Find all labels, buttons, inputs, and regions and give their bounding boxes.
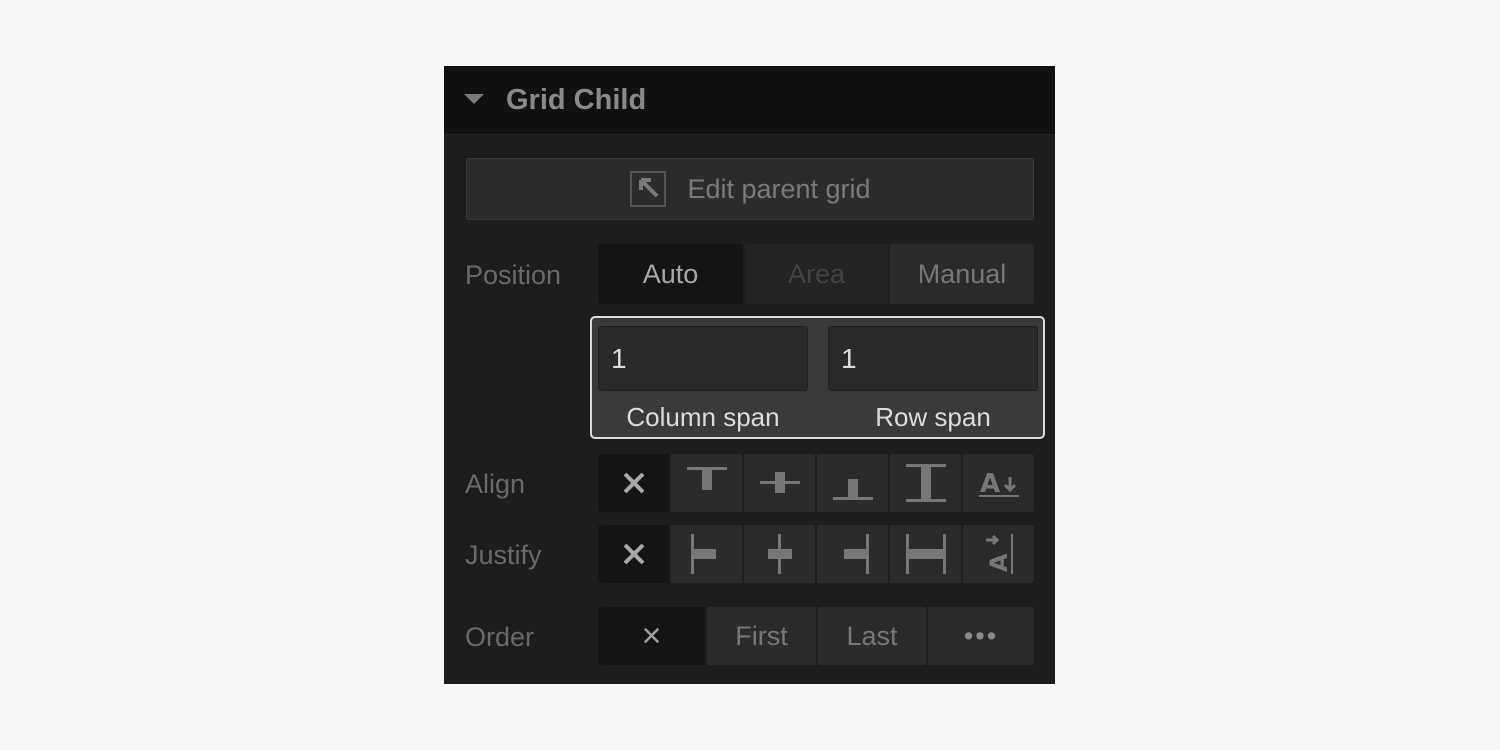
panel-title: Grid Child xyxy=(506,84,647,116)
row-span-label: Row span xyxy=(875,402,991,432)
justify-start-icon xyxy=(690,534,716,574)
span-fields-group: 1 1 Column span Row span xyxy=(590,316,1045,439)
more-icon: ••• xyxy=(963,620,999,651)
edit-parent-label: Edit parent grid xyxy=(687,173,871,204)
position-segmented-control: Auto Area Manual xyxy=(598,244,1034,304)
align-baseline-icon: A xyxy=(978,469,1019,499)
row-span-input[interactable]: 1 xyxy=(828,326,1038,391)
justify-stretch-option[interactable] xyxy=(890,525,963,583)
column-span-label: Column span xyxy=(626,402,780,432)
justify-stretch-icon xyxy=(905,534,946,574)
position-auto-option[interactable]: Auto xyxy=(598,244,745,304)
align-stretch-option[interactable] xyxy=(890,454,963,512)
align-start-icon xyxy=(686,467,727,490)
order-first-option[interactable]: First xyxy=(707,607,818,665)
edit-parent-grid-button[interactable]: Edit parent grid xyxy=(466,158,1034,220)
align-center-option[interactable] xyxy=(744,454,817,512)
justify-baseline-option[interactable]: A xyxy=(963,525,1034,583)
arrow-up-left-box-icon xyxy=(630,171,667,207)
align-clear-option[interactable] xyxy=(598,454,671,512)
position-area-option[interactable]: Area xyxy=(745,244,890,304)
clear-icon xyxy=(623,543,644,565)
justify-center-icon xyxy=(767,534,792,574)
align-baseline-option[interactable]: A xyxy=(963,454,1034,512)
justify-start-option[interactable] xyxy=(671,525,744,583)
align-label: Align xyxy=(465,469,526,499)
justify-center-option[interactable] xyxy=(744,525,817,583)
caret-down-icon[interactable] xyxy=(464,94,484,104)
position-manual-option[interactable]: Manual xyxy=(890,244,1034,304)
align-end-option[interactable] xyxy=(817,454,890,512)
justify-segmented-control: A xyxy=(598,525,1034,583)
align-end-icon xyxy=(832,479,873,500)
panel-header[interactable]: Grid Child xyxy=(444,66,1055,135)
order-label: Order xyxy=(465,622,535,652)
align-center-icon xyxy=(759,472,800,493)
align-start-option[interactable] xyxy=(671,454,744,512)
clear-icon: × xyxy=(641,617,662,655)
justify-end-icon xyxy=(843,534,869,574)
clear-icon xyxy=(623,472,644,494)
justify-clear-option[interactable] xyxy=(598,525,671,583)
grid-child-panel: Grid Child Edit parent grid Position Aut… xyxy=(444,66,1055,684)
justify-baseline-icon: A xyxy=(985,534,1013,574)
order-segmented-control: × First Last ••• xyxy=(598,607,1034,665)
position-label: Position xyxy=(465,260,562,290)
align-segmented-control: A xyxy=(598,454,1034,512)
order-last-option[interactable]: Last xyxy=(818,607,928,665)
align-stretch-icon xyxy=(905,464,946,502)
svg-text:A: A xyxy=(985,553,1013,572)
column-span-input[interactable]: 1 xyxy=(598,326,808,391)
justify-label: Justify xyxy=(465,540,542,570)
svg-text:A: A xyxy=(980,469,1000,499)
order-clear-option[interactable]: × xyxy=(598,607,707,665)
justify-end-option[interactable] xyxy=(817,525,890,583)
order-more-option[interactable]: ••• xyxy=(928,607,1034,665)
